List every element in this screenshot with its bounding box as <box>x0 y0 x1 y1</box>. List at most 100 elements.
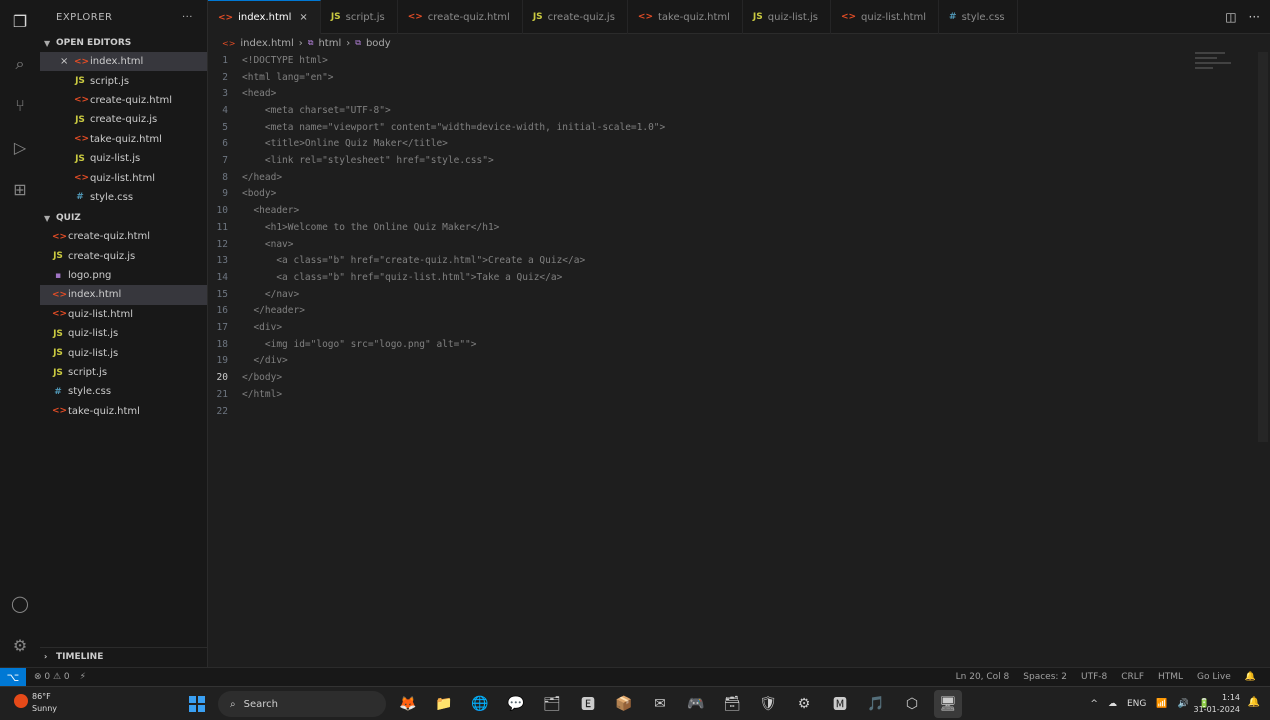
code-line: 22 <box>208 403 1208 420</box>
taskbar-app-icon[interactable]: 🌐 <box>466 690 494 718</box>
taskbar-app-icon[interactable]: ⬡ <box>898 690 926 718</box>
system-tray: ^ ☁ ENG 📶 🔊 🔋 <box>1090 691 1210 717</box>
file-item[interactable]: <> create-quiz.html <box>40 227 207 246</box>
taskbar-app-icon[interactable]: 🎮 <box>682 690 710 718</box>
taskbar-app-icon[interactable]: 📁 <box>430 690 458 718</box>
file-label: logo.png <box>68 270 112 282</box>
tray-icon[interactable]: ENG <box>1127 699 1146 709</box>
status-item[interactable]: UTF-8 <box>1081 672 1107 682</box>
tab-create-quiz-html[interactable]: <> create-quiz.html <box>398 0 523 34</box>
status-item[interactable]: HTML <box>1158 672 1183 682</box>
extensions-icon[interactable]: ⊞ <box>10 180 30 200</box>
status-item[interactable]: ⚡ <box>80 672 86 682</box>
taskbar-app-icon[interactable]: 📦 <box>610 690 638 718</box>
tab-script-js[interactable]: JS script.js <box>321 0 398 34</box>
status-item[interactable]: 🔔 <box>1245 672 1256 682</box>
status-item[interactable]: Spaces: 2 <box>1023 672 1067 682</box>
status-item[interactable]: CRLF <box>1121 672 1144 682</box>
tray-icon[interactable]: 🔊 <box>1178 699 1189 709</box>
code-line: 14 <a class="b" href="quiz-list.html">Ta… <box>208 269 1208 286</box>
file-item[interactable]: ▪ logo.png <box>40 266 207 285</box>
file-item[interactable]: JS create-quiz.js <box>40 110 207 129</box>
start-button[interactable] <box>184 691 210 717</box>
breadcrumb-item[interactable]: body <box>366 38 391 49</box>
tray-icon[interactable]: 📶 <box>1156 699 1167 709</box>
file-item[interactable]: # style.css <box>40 382 207 401</box>
file-label: quiz-list.html <box>68 308 133 320</box>
taskbar-app-icon[interactable]: 🅼 <box>826 690 854 718</box>
file-item[interactable]: JS quiz-list.js <box>40 324 207 343</box>
tray-icon[interactable]: ^ <box>1090 699 1098 709</box>
tab-take-quiz-html[interactable]: <> take-quiz.html <box>628 0 743 34</box>
html-file-icon: <> <box>52 231 68 242</box>
source-control-icon[interactable]: ⑂ <box>10 96 30 116</box>
file-item[interactable]: JS quiz-list.js <box>40 149 207 168</box>
taskbar-app-icon[interactable]: ✉ <box>646 690 674 718</box>
taskbar-app-icon[interactable]: 🎵 <box>862 690 890 718</box>
taskbar-app-icon[interactable]: 🖥 <box>934 690 962 718</box>
file-item[interactable]: JS create-quiz.js <box>40 247 207 266</box>
breadcrumb-item[interactable]: html <box>318 38 341 49</box>
file-item[interactable]: <> take-quiz.html <box>40 402 207 421</box>
file-item[interactable]: <> quiz-list.html <box>40 168 207 187</box>
taskbar-app-icon[interactable]: ⚙ <box>790 690 818 718</box>
files-icon[interactable]: ❐ <box>10 12 30 32</box>
status-item[interactable]: Ln 20, Col 8 <box>956 672 1010 682</box>
search-icon[interactable]: ⌕ <box>10 54 30 74</box>
minimap[interactable] <box>1195 52 1235 82</box>
file-item[interactable]: <> quiz-list.html <box>40 305 207 324</box>
settings-gear-icon[interactable]: ⚙ <box>10 636 30 656</box>
editor-scrollbar[interactable] <box>1258 52 1268 442</box>
tab-quiz-list-js[interactable]: JS quiz-list.js <box>743 0 831 34</box>
account-icon[interactable]: ◯ <box>10 594 30 614</box>
more-actions-icon[interactable]: ··· <box>182 12 193 23</box>
line-number: 10 <box>216 205 228 217</box>
file-item[interactable]: JS script.js <box>40 363 207 382</box>
status-item[interactable]: ⊗ 0 ⚠ 0 <box>34 672 70 682</box>
taskbar-app-icon[interactable]: 🗂 <box>538 690 566 718</box>
taskbar-app-icon[interactable]: 🛡 <box>754 690 782 718</box>
file-item[interactable]: <> take-quiz.html <box>40 130 207 149</box>
code-line: 13 <a class="b" href="create-quiz.html">… <box>208 252 1208 269</box>
code-text: <title>Online Quiz Maker</title> <box>242 138 448 150</box>
clock[interactable]: 1:14 31-01-2024 <box>1194 692 1241 716</box>
close-icon[interactable]: × <box>60 56 68 67</box>
taskbar-app-icon[interactable]: 🦊 <box>394 690 422 718</box>
open-editors-section[interactable]: ▼ OPEN EDITORS <box>40 34 207 52</box>
chevron-right-icon: › <box>298 37 303 49</box>
taskbar-app-icon[interactable]: 🅴 <box>574 690 602 718</box>
file-item[interactable]: JS quiz-list.js <box>40 343 207 362</box>
remote-indicator[interactable]: ⌥ <box>0 667 26 687</box>
tab-style-css[interactable]: # style.css <box>939 0 1018 34</box>
file-label: quiz-list.js <box>68 347 119 359</box>
file-item[interactable]: # style.css <box>40 188 207 207</box>
code-text: </body> <box>242 372 283 384</box>
code-editor[interactable]: 1 <!DOCTYPE html> 2 <html lang="en"> 3 <head>… <box>208 52 1258 667</box>
file-item[interactable]: <> create-quiz.html <box>40 91 207 110</box>
file-item[interactable]: JS script.js <box>40 71 207 90</box>
js-file-icon: JS <box>330 12 341 22</box>
workspace-section[interactable]: ▼ QUIZ <box>40 209 207 227</box>
line-number: 9 <box>222 188 228 200</box>
status-item[interactable]: Go Live <box>1197 672 1231 682</box>
timeline-section[interactable]: › TIMELINE <box>40 647 208 665</box>
tab-quiz-list-html[interactable]: <> quiz-list.html <box>831 0 940 34</box>
split-editor-icon[interactable]: ◫ <box>1225 10 1236 24</box>
close-icon[interactable]: × <box>299 12 307 23</box>
file-item[interactable]: × <> index.html <box>40 52 207 72</box>
run-debug-icon[interactable]: ▷ <box>10 138 30 158</box>
weather-widget[interactable]: 86°F Sunny <box>14 691 84 717</box>
tray-icon[interactable]: ☁ <box>1108 699 1117 709</box>
weather-temp: 86°F <box>32 692 51 701</box>
file-item[interactable]: <> index.html <box>40 285 207 305</box>
code-text: <meta charset="UTF-8"> <box>242 104 391 116</box>
notification-icon[interactable]: 🔔 <box>1248 697 1260 708</box>
taskbar-app-icon[interactable]: 🗃 <box>718 690 746 718</box>
tab-create-quiz-js[interactable]: JS create-quiz.js <box>523 0 628 34</box>
more-actions-icon[interactable]: ··· <box>1249 10 1260 24</box>
clock-time: 1:14 <box>1222 693 1240 702</box>
breadcrumb-item[interactable]: index.html <box>240 38 293 49</box>
taskbar-search[interactable]: ⌕ Search <box>218 691 386 717</box>
taskbar-app-icon[interactable]: 💬 <box>502 690 530 718</box>
tab-index-html[interactable]: <> index.html × <box>208 0 321 34</box>
